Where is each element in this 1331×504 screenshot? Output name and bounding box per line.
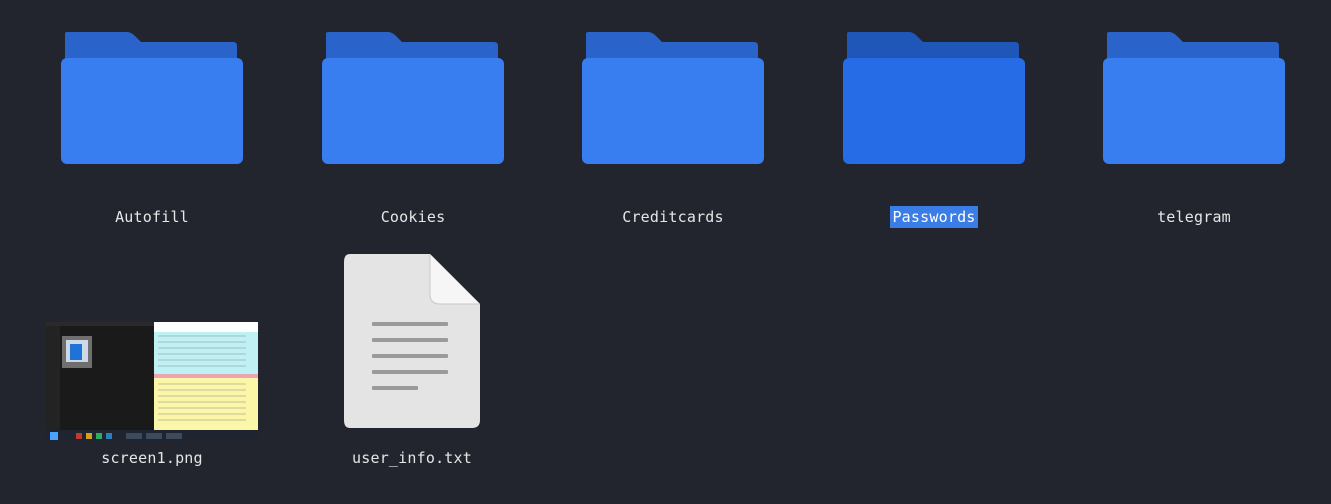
file-item-screen1[interactable]: screen1.png (22, 250, 282, 480)
folder-label: Creditcards (622, 208, 724, 226)
folder-icon (322, 32, 504, 164)
folder-label-selected: Passwords (890, 206, 978, 228)
image-thumbnail (46, 322, 258, 442)
folder-item-telegram[interactable]: telegram (1064, 30, 1324, 228)
folder-icon (843, 32, 1025, 164)
folder-item-creditcards[interactable]: Creditcards (543, 30, 803, 228)
folder-label: telegram (1157, 208, 1231, 226)
file-label: screen1.png (101, 449, 203, 467)
folder-icon (582, 32, 764, 164)
folder-label: Autofill (115, 208, 189, 226)
file-grid: Autofill Cookies Creditcards Passwords t… (0, 0, 1331, 504)
file-label: user_info.txt (352, 449, 472, 467)
folder-item-autofill[interactable]: Autofill (22, 30, 282, 228)
text-document-icon (344, 254, 480, 428)
folder-item-passwords[interactable]: Passwords (804, 30, 1064, 228)
folder-label: Cookies (380, 208, 446, 226)
folder-item-cookies[interactable]: Cookies (283, 30, 543, 228)
file-item-user-info[interactable]: user_info.txt (282, 250, 542, 480)
folder-icon (1103, 32, 1285, 164)
folder-icon (61, 32, 243, 164)
